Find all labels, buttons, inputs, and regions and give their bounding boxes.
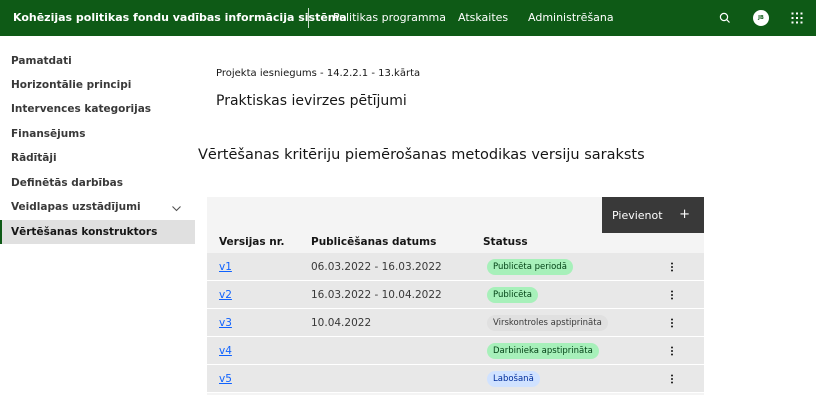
- app-switcher-icon[interactable]: [788, 9, 806, 27]
- sidebar-item-veidlapas-uzstadijumi[interactable]: Veidlapas uzstādījumi: [0, 195, 195, 219]
- publish-date: 10.04.2022: [311, 317, 372, 329]
- add-icon: +: [679, 207, 690, 222]
- nav-atskaites[interactable]: Atskaites: [458, 11, 508, 24]
- avatar[interactable]: JB: [753, 10, 769, 26]
- column-header-status[interactable]: Statuss: [483, 236, 528, 248]
- section-title: Vērtēšanas kritēriju piemērošanas metodi…: [198, 147, 645, 163]
- sidebar-item-label: Rādītāji: [11, 152, 57, 164]
- status-badge: Publicēta periodā: [487, 259, 573, 275]
- chevron-down-icon[interactable]: [172, 203, 181, 212]
- sidebar-item-finansejums[interactable]: Finansējums: [0, 122, 195, 146]
- version-link[interactable]: v1: [219, 261, 232, 273]
- sidebar-item-label: Definētās darbības: [11, 177, 123, 189]
- sidebar-item-label: Intervences kategorijas: [11, 103, 152, 115]
- top-header: Kohēzijas politikas fondu vadības inform…: [0, 0, 816, 36]
- sidebar-item-vertesanas-konstruktors[interactable]: Vērtēšanas konstruktors: [0, 220, 195, 244]
- status-badge: Darbinieka apstiprināta: [487, 343, 599, 359]
- app-title[interactable]: Kohēzijas politikas fondu vadības inform…: [13, 11, 347, 24]
- overflow-menu-icon[interactable]: [667, 259, 677, 275]
- version-link[interactable]: v3: [219, 317, 232, 329]
- search-icon[interactable]: [716, 9, 734, 27]
- overflow-menu-icon[interactable]: [667, 287, 677, 303]
- page-title: Praktiskas ievirzes pētījumi: [216, 93, 407, 109]
- sidebar-item-definetas-darbibas[interactable]: Definētās darbības: [0, 171, 195, 195]
- sidebar-item-horizontalie-principi[interactable]: Horizontālie principi: [0, 73, 195, 97]
- sidebar-item-pamatdati[interactable]: Pamatdati: [0, 49, 195, 73]
- publish-date: 16.03.2022 - 10.04.2022: [311, 289, 442, 301]
- header-divider: [308, 8, 309, 28]
- table-row: v3 10.04.2022 Virskontroles apstiprināta: [207, 309, 704, 337]
- breadcrumb: Projekta iesniegums - 14.2.2.1 - 13.kārt…: [216, 68, 421, 79]
- sidebar-item-intervences-kategorijas[interactable]: Intervences kategorijas: [0, 97, 195, 121]
- sidebar-item-raditaji[interactable]: Rādītāji: [0, 146, 195, 170]
- status-badge: Virskontroles apstiprināta: [487, 315, 608, 331]
- table-row: v5 Labošanā: [207, 365, 704, 393]
- version-link[interactable]: v2: [219, 289, 232, 301]
- column-header-version[interactable]: Versijas nr.: [219, 236, 284, 248]
- overflow-menu-icon[interactable]: [667, 315, 677, 331]
- sidebar-item-label: Veidlapas uzstādījumi: [11, 201, 141, 213]
- table-row: v2 16.03.2022 - 10.04.2022 Publicēta: [207, 281, 704, 309]
- sidebar-item-label: Horizontālie principi: [11, 79, 132, 91]
- overflow-menu-icon[interactable]: [667, 343, 677, 359]
- table-row: v4 Darbinieka apstiprināta: [207, 337, 704, 365]
- sidebar-item-label: Finansējums: [11, 128, 86, 140]
- publish-date: 06.03.2022 - 16.03.2022: [311, 261, 442, 273]
- versions-table: Pievienot + Versijas nr. Publicēšanas da…: [207, 197, 704, 395]
- add-button-label: Pievienot: [612, 208, 663, 222]
- add-version-button[interactable]: Pievienot +: [602, 197, 704, 233]
- status-badge: Labošanā: [487, 371, 540, 387]
- status-badge: Publicēta: [487, 287, 538, 303]
- nav-politikas-programma[interactable]: Politikas programma: [333, 11, 446, 24]
- overflow-menu-icon[interactable]: [667, 371, 677, 387]
- version-link[interactable]: v4: [219, 345, 232, 357]
- nav-administresana[interactable]: Administrēšana: [528, 11, 614, 24]
- sidebar-item-label: Vērtēšanas konstruktors: [11, 226, 158, 238]
- table-row: v1 06.03.2022 - 16.03.2022 Publicēta per…: [207, 253, 704, 281]
- column-header-publish-date[interactable]: Publicēšanas datums: [311, 236, 436, 248]
- sidebar-item-label: Pamatdati: [11, 55, 72, 67]
- version-link[interactable]: v5: [219, 373, 232, 385]
- sidebar: Pamatdati Horizontālie principi Interven…: [0, 36, 195, 415]
